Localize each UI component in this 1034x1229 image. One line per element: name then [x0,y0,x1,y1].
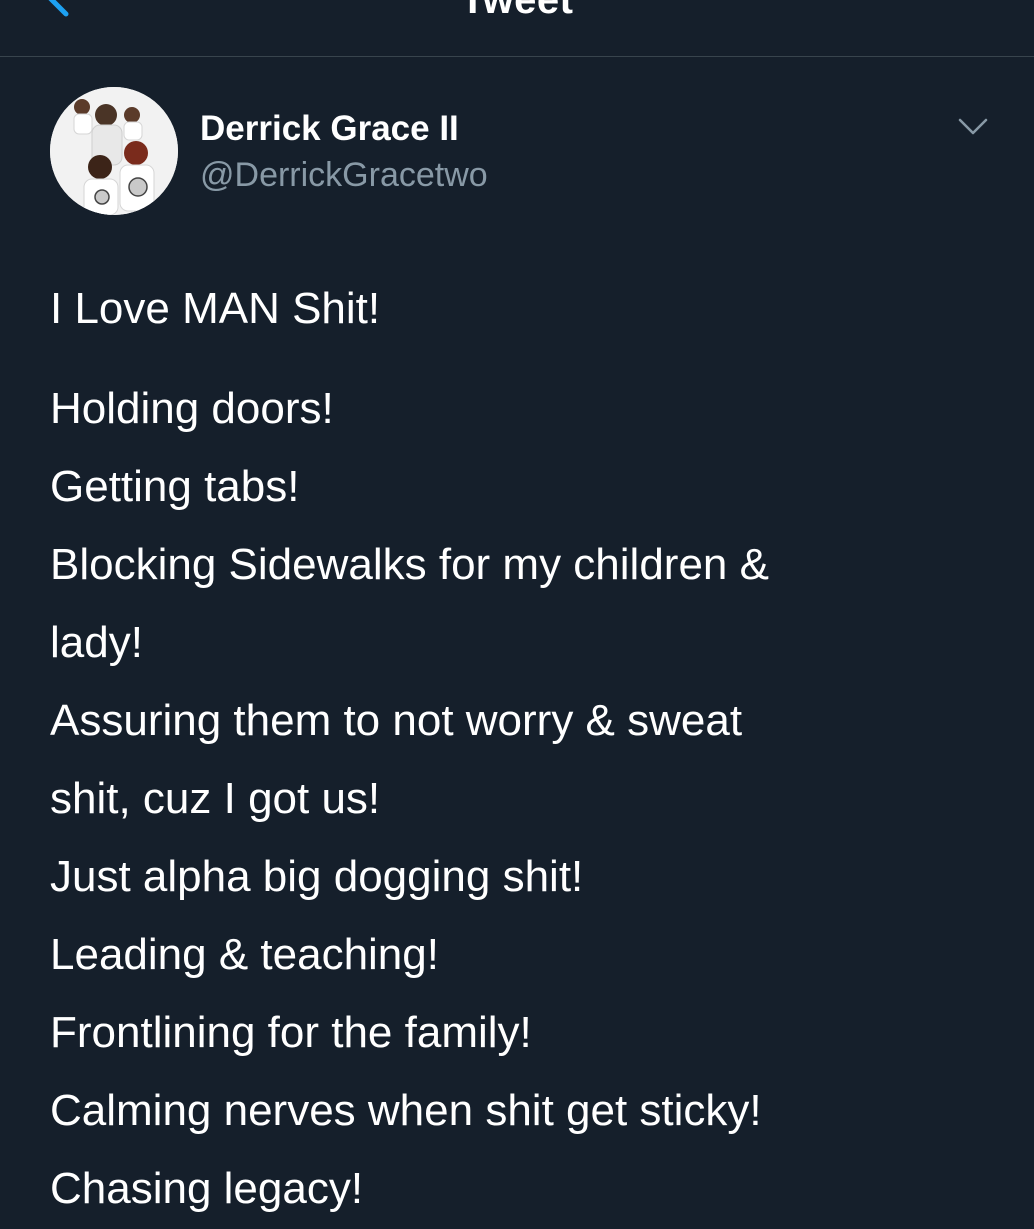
profile-photo-icon [50,87,178,215]
avatar[interactable] [50,87,178,215]
tweet-text-line: Just alpha big dogging shit! [50,852,584,901]
top-navigation-bar: Tweet [0,0,1034,57]
tweet-text-line: Leading & teaching! [50,930,439,979]
author-handle[interactable]: @DerrickGracetwo [200,154,488,196]
tweet-text-line: Assuring them to not worry & sweat [50,696,743,745]
chevron-down-icon[interactable] [956,114,990,140]
tweet-text-line: Frontlining for the family! [50,1008,532,1057]
tweet-text-line: Chasing legacy! [50,1164,364,1213]
tweet-text-line: Getting tabs! [50,462,300,511]
tweet-text-line: shit, cuz I got us! [50,774,381,823]
tweet-text-line: Calming nerves when shit get sticky! [50,1086,762,1135]
page-title: Tweet [460,0,574,22]
tweet-text-intro: I Love MAN Shit! [50,284,381,333]
tweet-text-line: lady! [50,618,143,667]
tweet-text-line: Holding doors! [50,384,334,433]
author-display-name[interactable]: Derrick Grace II [200,108,459,150]
tweet-text-line: Blocking Sidewalks for my children & [50,540,769,589]
